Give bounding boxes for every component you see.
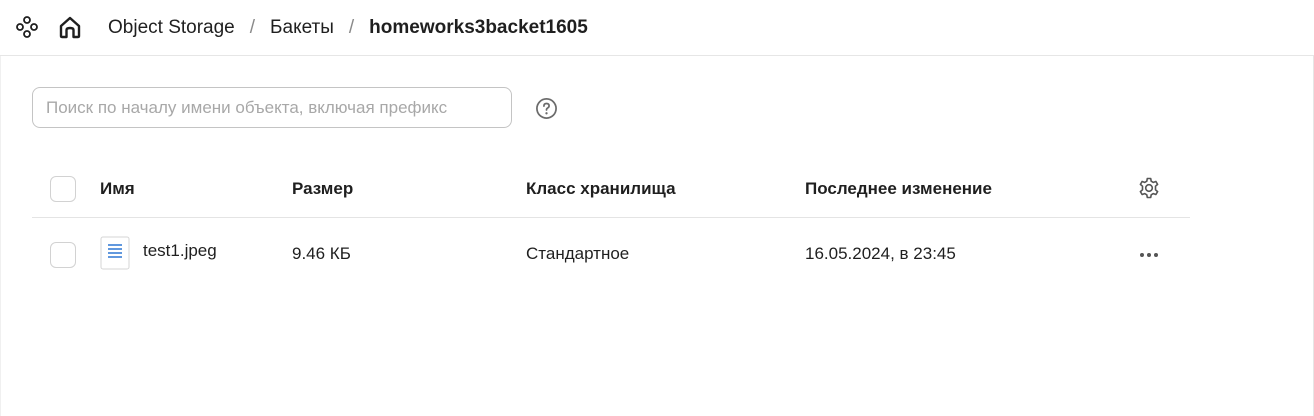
search-input[interactable] bbox=[32, 87, 512, 128]
help-circle-icon[interactable] bbox=[535, 97, 558, 120]
breadcrumb-current-bucket: homeworks3backet1605 bbox=[369, 17, 588, 38]
left-divider bbox=[0, 56, 3, 416]
column-header-storage-class[interactable]: Класс хранилища bbox=[526, 179, 676, 199]
file-icon bbox=[100, 236, 130, 270]
home-icon[interactable] bbox=[57, 14, 83, 40]
objects-table: Имя Размер Класс хранилища Последнее изм… bbox=[32, 160, 1190, 294]
object-storage-class: Стандартное bbox=[526, 244, 630, 263]
column-header-name[interactable]: Имя bbox=[100, 179, 135, 199]
column-header-modified[interactable]: Последнее изменение bbox=[805, 179, 992, 199]
more-horizontal-icon[interactable] bbox=[1138, 251, 1160, 259]
breadcrumb-buckets[interactable]: Бакеты bbox=[270, 17, 334, 39]
object-size: 9.46 КБ bbox=[292, 244, 351, 263]
row-checkbox[interactable] bbox=[50, 242, 76, 268]
breadcrumb-separator: / bbox=[348, 17, 355, 38]
breadcrumb-separator: / bbox=[249, 17, 256, 38]
object-modified: 16.05.2024, в 23:45 bbox=[805, 244, 956, 263]
apps-icon[interactable] bbox=[15, 15, 39, 39]
column-header-size[interactable]: Размер bbox=[292, 179, 353, 199]
select-all-checkbox[interactable] bbox=[50, 176, 76, 202]
table-row[interactable]: test1.jpeg 9.46 КБ Стандартное 16.05.202… bbox=[32, 218, 1190, 294]
breadcrumb: Object Storage / Бакеты / homeworks3back… bbox=[108, 16, 588, 40]
gear-icon[interactable] bbox=[1137, 176, 1161, 200]
object-name[interactable]: test1.jpeg bbox=[143, 241, 217, 261]
table-header: Имя Размер Класс хранилища Последнее изм… bbox=[32, 160, 1190, 218]
breadcrumb-object-storage[interactable]: Object Storage bbox=[108, 17, 235, 39]
top-bar: Object Storage / Бакеты / homeworks3back… bbox=[0, 0, 1314, 56]
